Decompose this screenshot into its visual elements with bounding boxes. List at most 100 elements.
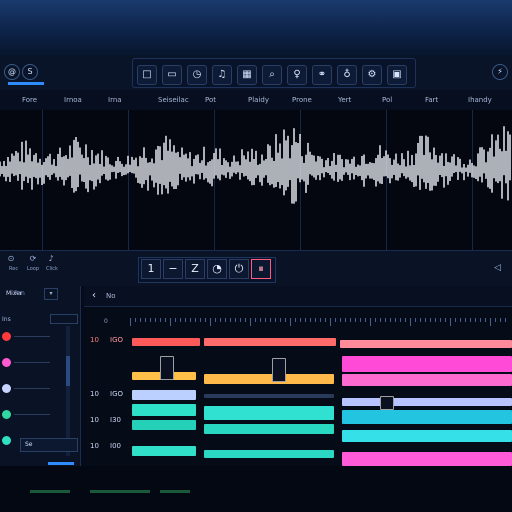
timeline-tick bbox=[200, 318, 201, 322]
record-icon[interactable]: ⊙ bbox=[6, 254, 16, 264]
audio-clip[interactable] bbox=[204, 424, 334, 434]
power-icon[interactable]: ⚡ bbox=[492, 64, 508, 80]
audio-clip[interactable] bbox=[204, 450, 334, 458]
mix-tool[interactable]: ▦ bbox=[237, 65, 257, 85]
power-button[interactable]: ⏻ bbox=[229, 259, 249, 279]
timeline-ruler bbox=[130, 318, 512, 328]
audio-clip[interactable] bbox=[132, 420, 196, 430]
channel-dot[interactable] bbox=[2, 410, 11, 419]
track-number: 10 bbox=[90, 442, 99, 450]
timeline-tick bbox=[275, 318, 276, 322]
timeline-tick bbox=[505, 318, 506, 322]
profile-icon[interactable]: @ bbox=[4, 64, 20, 80]
audio-clip[interactable] bbox=[132, 446, 196, 456]
search-tool[interactable]: ⌕ bbox=[262, 65, 282, 85]
timeline-tick bbox=[320, 318, 321, 322]
timeline-tick bbox=[165, 318, 166, 322]
clip-marker[interactable] bbox=[380, 396, 394, 410]
timeline-tick bbox=[245, 318, 246, 322]
audio-clip[interactable] bbox=[204, 406, 334, 420]
channel-dot[interactable] bbox=[2, 358, 11, 367]
audio-clip[interactable] bbox=[342, 398, 512, 406]
audio-clip[interactable] bbox=[132, 338, 200, 346]
audio-clip[interactable] bbox=[132, 390, 196, 400]
audio-clip[interactable] bbox=[342, 356, 512, 372]
timeline-tick bbox=[225, 318, 226, 322]
channel-dot[interactable] bbox=[2, 332, 11, 341]
timeline-tick bbox=[210, 318, 211, 326]
step-button[interactable]: 1 bbox=[141, 259, 161, 279]
timeline-tick bbox=[315, 318, 316, 322]
mixer-expand-icon[interactable]: ▾ bbox=[44, 288, 58, 300]
pan-label: Pan bbox=[14, 290, 25, 297]
gear-tool[interactable]: ⚙ bbox=[362, 65, 382, 85]
waveform-view[interactable] bbox=[0, 110, 512, 250]
output-tool[interactable]: ▣ bbox=[387, 65, 407, 85]
clip-marker[interactable] bbox=[160, 356, 174, 380]
timeline-tick bbox=[430, 318, 431, 322]
loop-icon[interactable]: ⟳ bbox=[28, 254, 38, 264]
back-button[interactable]: ‹ bbox=[92, 290, 96, 301]
plugin-tool[interactable]: ♁ bbox=[337, 65, 357, 85]
output-icon[interactable]: ◁ bbox=[494, 263, 501, 273]
audio-clip[interactable] bbox=[204, 394, 334, 398]
meter-button[interactable]: ◔ bbox=[207, 259, 227, 279]
clock-tool[interactable]: ◷ bbox=[187, 65, 207, 85]
send-button[interactable]: Se bbox=[20, 438, 78, 452]
record-pause-button[interactable]: ⏸ bbox=[251, 259, 271, 279]
timeline-tick bbox=[360, 318, 361, 322]
audio-clip[interactable] bbox=[342, 452, 512, 466]
tool-group: □ ▭ ◷ ♫ ▦ ⌕ ♀ ⚭ ♁ ⚙ ▣ bbox=[132, 58, 416, 88]
ruler-label: Fart bbox=[425, 96, 439, 104]
channel-dot[interactable] bbox=[2, 436, 11, 445]
audio-clip[interactable] bbox=[340, 340, 512, 348]
timeline-tick bbox=[380, 318, 381, 322]
effects-tool[interactable]: ⚭ bbox=[312, 65, 332, 85]
track-number: 10 bbox=[90, 336, 99, 344]
edit-tool[interactable]: ▭ bbox=[162, 65, 182, 85]
timeline-tick bbox=[400, 318, 401, 322]
timeline-tick bbox=[265, 318, 266, 322]
zoom-button[interactable]: Z bbox=[185, 259, 205, 279]
browse-tool[interactable]: □ bbox=[137, 65, 157, 85]
audio-clip[interactable] bbox=[342, 430, 512, 442]
ruler-label: Prone bbox=[292, 96, 312, 104]
timeline-tick bbox=[325, 318, 326, 322]
audio-clip[interactable] bbox=[342, 410, 512, 424]
status-footer bbox=[0, 466, 512, 512]
clip-marker[interactable] bbox=[272, 358, 286, 382]
timeline-tick bbox=[490, 318, 491, 326]
timeline-tick bbox=[390, 318, 391, 322]
timeline-tick bbox=[280, 318, 281, 322]
timeline-tick bbox=[220, 318, 221, 322]
timeline-tick bbox=[495, 318, 496, 322]
timeline-tick bbox=[365, 318, 366, 322]
audio-clip[interactable] bbox=[342, 374, 512, 386]
timeline-tick bbox=[485, 318, 486, 322]
track-name: I00 bbox=[110, 442, 121, 450]
settings-icon[interactable]: S bbox=[22, 64, 38, 80]
timeline-tick bbox=[255, 318, 256, 322]
music-tool[interactable]: ♫ bbox=[212, 65, 232, 85]
audio-clip[interactable] bbox=[204, 374, 334, 384]
main-toolbar: @ S □ ▭ ◷ ♫ ▦ ⌕ ♀ ⚭ ♁ ⚙ ▣ ⚡ bbox=[0, 56, 512, 91]
audio-clip[interactable] bbox=[204, 338, 336, 346]
channel-dot[interactable] bbox=[2, 384, 11, 393]
track-name: I30 bbox=[110, 416, 121, 424]
insert-tab[interactable]: Ins bbox=[2, 316, 11, 323]
click-icon[interactable]: ♪ bbox=[46, 254, 56, 264]
status-indicator bbox=[30, 490, 70, 493]
mic-tool[interactable]: ♀ bbox=[287, 65, 307, 85]
timeline-tick bbox=[470, 318, 471, 322]
timeline-tick bbox=[310, 318, 311, 322]
timeline-tick bbox=[420, 318, 421, 322]
audio-clip[interactable] bbox=[132, 404, 196, 416]
mixer-scrollbar[interactable] bbox=[66, 326, 70, 456]
status-indicator bbox=[160, 490, 190, 493]
timeline-tick bbox=[170, 318, 171, 326]
timeline-header: ‹ No bbox=[84, 286, 512, 307]
mixer-tab[interactable] bbox=[50, 314, 78, 324]
timeline-tick bbox=[340, 318, 341, 322]
minus-button[interactable]: − bbox=[163, 259, 183, 279]
ruler-label: Seiseilac bbox=[158, 96, 189, 104]
